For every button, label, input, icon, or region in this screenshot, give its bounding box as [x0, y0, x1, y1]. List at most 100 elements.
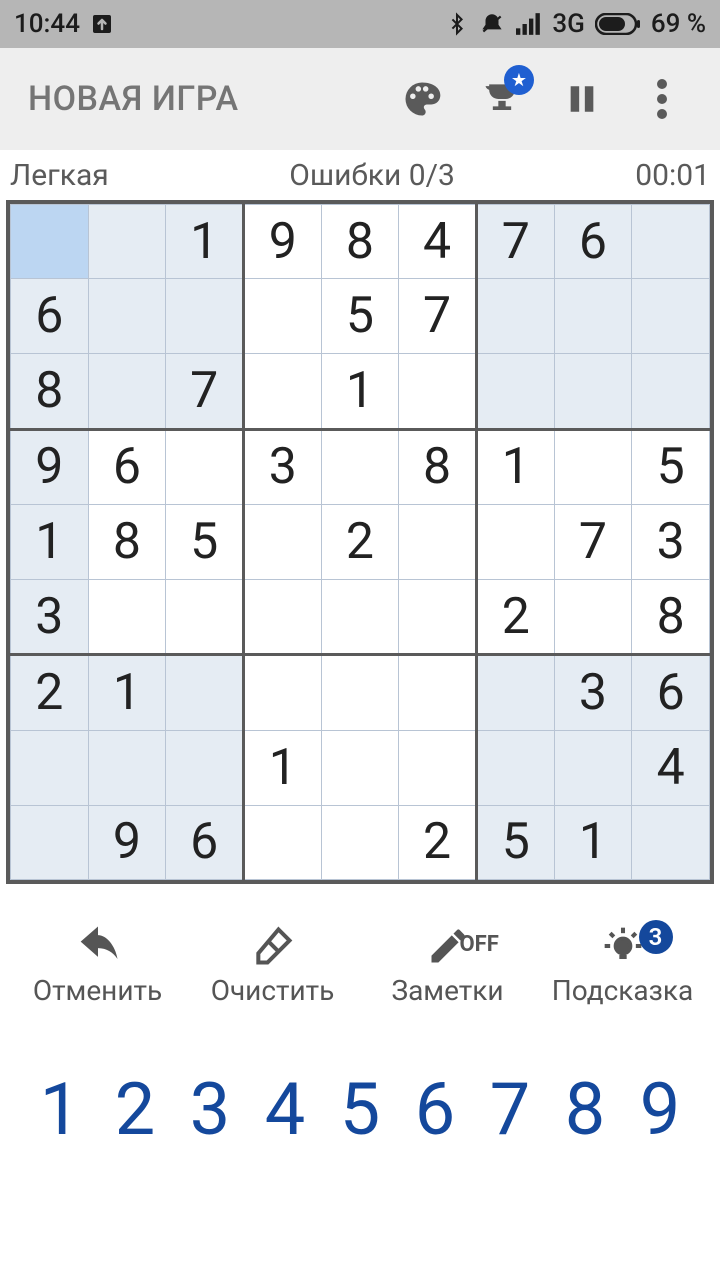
cell[interactable]: 4 [632, 731, 710, 805]
cell[interactable] [88, 279, 166, 353]
cell[interactable]: 7 [399, 279, 477, 353]
cell[interactable]: 2 [399, 805, 477, 880]
cell[interactable] [476, 505, 554, 579]
cell[interactable]: 3 [243, 429, 321, 505]
cell[interactable] [321, 731, 399, 805]
cell[interactable] [166, 429, 244, 505]
cell[interactable]: 2 [11, 655, 89, 731]
cell[interactable]: 6 [166, 805, 244, 880]
hint-button[interactable]: 3 Подсказка [535, 924, 710, 1007]
cell[interactable] [11, 805, 89, 880]
cell[interactable] [476, 731, 554, 805]
cell[interactable]: 5 [166, 505, 244, 579]
pad-number[interactable]: 5 [324, 1067, 396, 1152]
cell[interactable]: 5 [321, 279, 399, 353]
cell[interactable]: 1 [243, 731, 321, 805]
cell[interactable]: 3 [632, 505, 710, 579]
cell[interactable]: 1 [476, 429, 554, 505]
erase-button[interactable]: Очистить [185, 924, 360, 1007]
cell[interactable]: 1 [88, 655, 166, 731]
cell[interactable]: 8 [321, 205, 399, 279]
cell[interactable] [554, 579, 632, 655]
cell[interactable] [476, 279, 554, 353]
cell[interactable] [166, 579, 244, 655]
cell[interactable]: 7 [476, 205, 554, 279]
pad-number[interactable]: 8 [549, 1067, 621, 1152]
cell[interactable]: 7 [166, 353, 244, 429]
cell[interactable]: 3 [11, 579, 89, 655]
cell[interactable]: 9 [243, 205, 321, 279]
cell[interactable]: 3 [554, 655, 632, 731]
cell[interactable] [632, 279, 710, 353]
cell[interactable]: 6 [88, 429, 166, 505]
pad-number[interactable]: 1 [24, 1067, 96, 1152]
more-button[interactable] [622, 59, 702, 139]
cell[interactable]: 6 [632, 655, 710, 731]
undo-button[interactable]: Отменить [10, 924, 185, 1007]
cell[interactable] [476, 353, 554, 429]
cell[interactable] [476, 655, 554, 731]
cell[interactable]: 8 [399, 429, 477, 505]
cell[interactable] [243, 505, 321, 579]
cell[interactable] [243, 353, 321, 429]
hint-label: Подсказка [552, 974, 693, 1007]
cell[interactable] [11, 205, 89, 279]
cell[interactable]: 1 [11, 505, 89, 579]
cell[interactable] [554, 279, 632, 353]
pad-number[interactable]: 7 [474, 1067, 546, 1152]
notes-button[interactable]: OFF Заметки [360, 924, 535, 1007]
pad-number[interactable]: 6 [399, 1067, 471, 1152]
cell[interactable] [399, 579, 477, 655]
pad-number[interactable]: 2 [99, 1067, 171, 1152]
cell[interactable]: 9 [88, 805, 166, 880]
cell[interactable] [11, 731, 89, 805]
pad-number[interactable]: 4 [249, 1067, 321, 1152]
cell[interactable] [321, 579, 399, 655]
cell[interactable] [243, 805, 321, 880]
cell[interactable] [321, 805, 399, 880]
cell[interactable]: 1 [554, 805, 632, 880]
cell[interactable] [399, 655, 477, 731]
cell[interactable] [399, 353, 477, 429]
cell[interactable] [321, 429, 399, 505]
cell[interactable] [88, 205, 166, 279]
pad-number[interactable]: 3 [174, 1067, 246, 1152]
cell[interactable] [166, 655, 244, 731]
cell[interactable] [243, 579, 321, 655]
cell[interactable]: 9 [11, 429, 89, 505]
cell[interactable]: 8 [632, 579, 710, 655]
cell[interactable] [166, 279, 244, 353]
cell[interactable] [88, 353, 166, 429]
cell[interactable]: 6 [11, 279, 89, 353]
cell[interactable] [88, 731, 166, 805]
pad-number[interactable]: 9 [624, 1067, 696, 1152]
cell[interactable]: 7 [554, 505, 632, 579]
cell[interactable] [243, 655, 321, 731]
cell[interactable] [554, 353, 632, 429]
cell[interactable]: 8 [88, 505, 166, 579]
theme-button[interactable] [382, 59, 462, 139]
cell[interactable] [554, 429, 632, 505]
cell[interactable] [399, 731, 477, 805]
cell[interactable]: 6 [554, 205, 632, 279]
achievements-button[interactable]: ★ [462, 59, 542, 139]
cell[interactable] [243, 279, 321, 353]
pause-button[interactable] [542, 59, 622, 139]
cell[interactable]: 8 [11, 353, 89, 429]
cell[interactable]: 1 [166, 205, 244, 279]
cell[interactable] [321, 655, 399, 731]
cell[interactable] [399, 505, 477, 579]
cell[interactable] [632, 205, 710, 279]
cell[interactable]: 2 [321, 505, 399, 579]
cell[interactable] [554, 731, 632, 805]
cell[interactable]: 2 [476, 579, 554, 655]
appbar-title[interactable]: НОВАЯ ИГРА [28, 79, 382, 119]
cell[interactable] [88, 579, 166, 655]
cell[interactable]: 5 [632, 429, 710, 505]
cell[interactable] [632, 353, 710, 429]
cell[interactable]: 4 [399, 205, 477, 279]
cell[interactable]: 5 [476, 805, 554, 880]
cell[interactable] [632, 805, 710, 880]
cell[interactable]: 1 [321, 353, 399, 429]
cell[interactable] [166, 731, 244, 805]
